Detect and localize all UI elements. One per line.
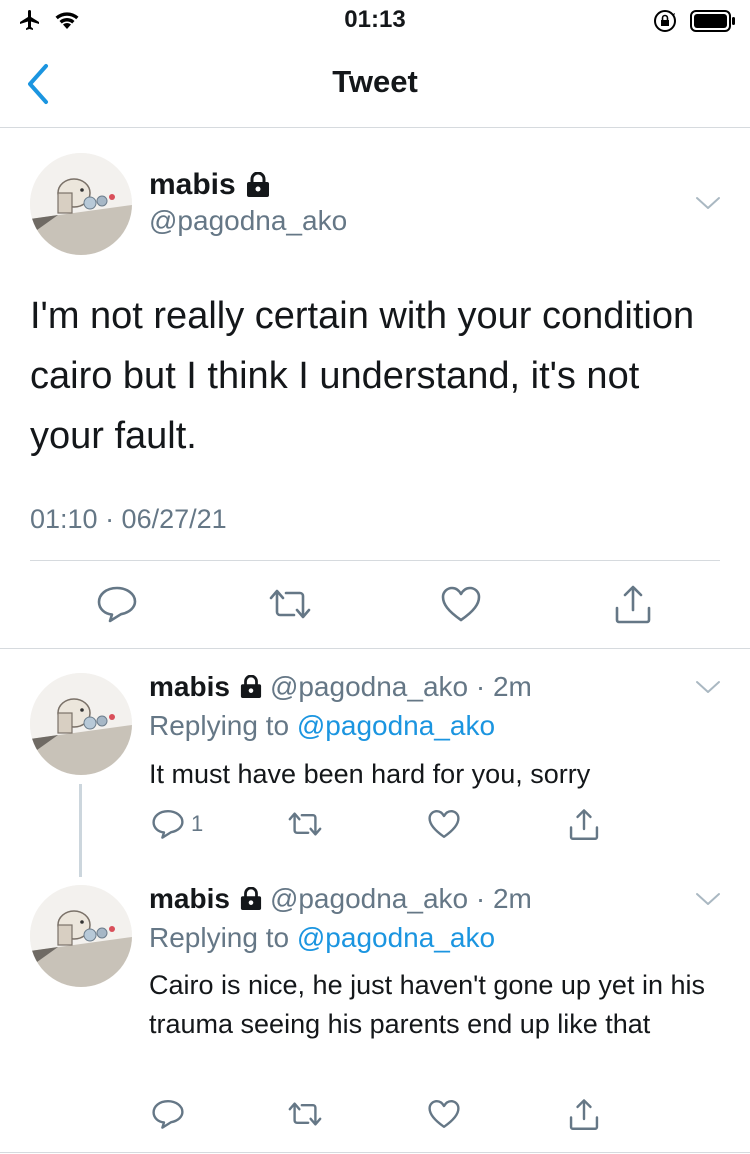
tweet-timestamp: 01:10 · 06/27/21 bbox=[30, 504, 227, 534]
reply-text: It must have been hard for you, sorry bbox=[149, 759, 591, 789]
avatar[interactable] bbox=[30, 885, 132, 987]
chevron-down-icon[interactable] bbox=[694, 676, 722, 698]
retweet-icon bbox=[269, 589, 311, 619]
lock-icon bbox=[240, 675, 262, 698]
reply-actions bbox=[149, 1098, 709, 1134]
replying-to: Replying to @pagodna_ako bbox=[149, 922, 495, 954]
share-icon bbox=[569, 809, 599, 840]
reply-icon bbox=[152, 1100, 184, 1129]
chevron-down-icon[interactable] bbox=[694, 192, 722, 214]
author-name: mabis bbox=[149, 168, 236, 201]
retweet-icon bbox=[288, 812, 322, 836]
author-handle[interactable]: @pagodna_ako bbox=[149, 205, 347, 237]
reply-header[interactable]: mabis @pagodna_ako · 2m bbox=[149, 671, 532, 703]
reply-icon bbox=[152, 810, 184, 839]
reply-icon bbox=[97, 586, 137, 623]
share-icon bbox=[569, 1099, 599, 1130]
status-bar-right bbox=[652, 8, 736, 34]
share-icon bbox=[615, 585, 651, 624]
battery-icon bbox=[690, 10, 735, 32]
nav-bar: Tweet bbox=[0, 40, 750, 128]
author-handle-time: @pagodna_ako · 2m bbox=[269, 883, 532, 914]
reply-count: 1 bbox=[191, 811, 204, 836]
retweet-button[interactable] bbox=[287, 1098, 323, 1130]
lock-icon bbox=[240, 887, 262, 910]
like-icon bbox=[428, 1100, 460, 1128]
share-button[interactable] bbox=[612, 584, 654, 631]
like-button[interactable] bbox=[427, 1098, 461, 1130]
lock-icon bbox=[246, 172, 269, 197]
share-button[interactable] bbox=[567, 1098, 601, 1132]
replying-to-prefix: Replying to bbox=[149, 710, 290, 741]
status-time: 01:13 bbox=[344, 6, 406, 33]
reply-button[interactable] bbox=[151, 1098, 191, 1130]
reply-text: Cairo is nice, he just haven't gone up y… bbox=[149, 970, 705, 1039]
divider bbox=[0, 648, 750, 649]
share-button[interactable] bbox=[567, 808, 601, 842]
like-button[interactable] bbox=[427, 808, 461, 840]
replying-to-mention[interactable]: @pagodna_ako bbox=[297, 922, 495, 953]
page-title: Tweet bbox=[332, 64, 418, 99]
author-handle-time: @pagodna_ako · 2m bbox=[269, 671, 532, 702]
thread-connector bbox=[79, 784, 82, 877]
retweet-icon bbox=[288, 1102, 322, 1126]
reply-actions: 1 bbox=[149, 808, 709, 844]
like-button[interactable] bbox=[440, 584, 482, 629]
replying-to-prefix: Replying to bbox=[149, 922, 290, 953]
divider bbox=[0, 1152, 750, 1153]
author-name: mabis bbox=[149, 671, 230, 702]
avatar[interactable] bbox=[30, 153, 132, 255]
reply-button[interactable]: 1 bbox=[151, 808, 203, 840]
reply-header[interactable]: mabis @pagodna_ako · 2m bbox=[149, 883, 532, 915]
avatar[interactable] bbox=[30, 673, 132, 775]
tweet-actions bbox=[30, 584, 720, 628]
replying-to-mention[interactable]: @pagodna_ako bbox=[297, 710, 495, 741]
like-icon bbox=[441, 586, 481, 622]
reply-button[interactable] bbox=[96, 584, 138, 629]
like-icon bbox=[428, 810, 460, 838]
retweet-button[interactable] bbox=[287, 808, 323, 840]
chevron-down-icon[interactable] bbox=[694, 888, 722, 910]
orientation-lock-icon bbox=[654, 10, 676, 32]
author-name-row[interactable]: mabis bbox=[149, 168, 270, 202]
tweet-text: I'm not really certain with your conditi… bbox=[30, 295, 695, 457]
replying-to: Replying to @pagodna_ako bbox=[149, 710, 495, 742]
retweet-button[interactable] bbox=[268, 584, 312, 629]
author-name: mabis bbox=[149, 883, 230, 914]
divider bbox=[30, 560, 720, 561]
status-bar: 01:13 bbox=[0, 0, 750, 40]
